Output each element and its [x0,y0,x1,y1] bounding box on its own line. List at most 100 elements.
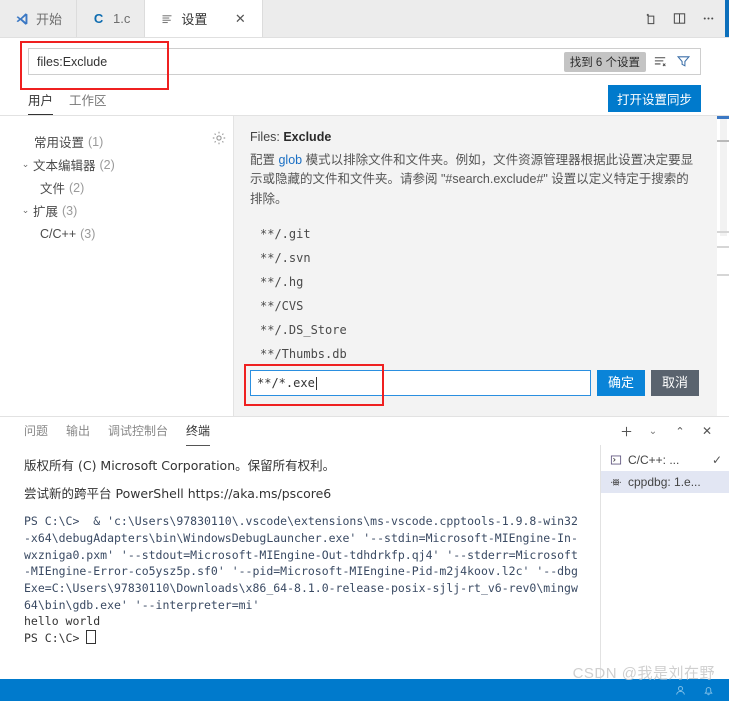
tab-label: 1.c [113,11,131,26]
close-panel-icon[interactable]: ✕ [699,423,715,439]
tab-output[interactable]: 输出 [66,417,90,446]
settings-scope-row: 用户 工作区 打开设置同步 [28,82,701,115]
toc-item-extensions[interactable]: ⌄ 扩展 (3) [0,199,205,222]
scroll-marker [717,231,729,233]
glob-link[interactable]: glob [278,153,302,167]
terminal-name: cppdbg: 1.e... [628,475,701,489]
terminal-line: 尝试新的跨平台 PowerShell https://aka.ms/pscore… [24,486,332,502]
gear-icon[interactable] [211,130,227,146]
toc-item-label: 扩展 [33,205,59,219]
cancel-button[interactable]: 取消 [651,370,699,397]
scroll-marker [717,116,729,119]
setting-description-part1: 配置 [250,153,279,167]
settings-editor: files:Exclude 找到 6 个设置 用户 工作区 打开设置同步 常用设… [0,38,729,416]
open-settings-sync-button[interactable]: 打开设置同步 [607,85,701,112]
panel-header: 问题 输出 调试控制台 终端 ⌄ ⌃ ✕ [0,417,729,446]
setting-description-part2: 模式以排除文件和文件夹。例如，文件资源管理器根据此设置决定要显示或隐藏的文件和文… [250,153,694,206]
tab-label: 设置 [181,12,208,27]
tab-workspace[interactable]: 工作区 [69,90,107,115]
toc-item-label: 常用设置 [34,136,85,150]
scroll-marker [717,140,729,142]
new-file-icon[interactable] [642,10,659,27]
terminal-instance-list: C/C++: ... ✓ cppdbg: 1.e... [600,445,729,679]
tab-bar-filler [263,0,630,37]
more-actions-icon[interactable] [700,10,717,27]
clear-filter-icon[interactable] [652,53,669,70]
chevron-down-icon[interactable]: ⌄ [18,159,33,170]
filter-icon[interactable] [675,53,692,70]
toc-item-count: (3) [80,226,96,241]
scrollbar-thumb[interactable] [720,118,727,236]
add-terminal-icon[interactable] [618,423,634,439]
scroll-marker [717,274,729,276]
settings-body: 常用设置 (1) ⌄ 文本编辑器 (2) 文件 (2) ⌄ 扩展 (3) C/C… [0,116,729,416]
terminal-line: -MIEngine-Error-co5ysz5p.sf0' '--pid=Mic… [24,564,578,579]
settings-file-icon [159,11,174,26]
toc-item-count: (2) [69,180,85,195]
terminal-prompt-line: PS C:\C> [24,629,594,647]
terminal-line: hello world [24,614,101,629]
tab-user[interactable]: 用户 [28,90,54,115]
tab-debug-console[interactable]: 调试控制台 [108,417,168,446]
toc-item-cpp[interactable]: C/C++ (3) [0,222,205,245]
settings-scope-tabs: 用户 工作区 [28,82,107,115]
glob-pattern-list: **/.git **/.svn **/.hg **/CVS **/.DS_Sto… [260,222,699,366]
panel-tabs: 问题 输出 调试控制台 终端 [24,417,211,446]
glob-pattern-input[interactable]: **/*.exe [250,370,591,397]
setting-title-key: Exclude [283,130,332,144]
terminal-output[interactable]: 版权所有 (C) Microsoft Corporation。保留所有权利。 尝… [0,445,600,679]
list-item[interactable]: **/CVS [260,294,699,318]
maximize-panel-icon[interactable]: ⌃ [672,423,688,439]
tab-settings[interactable]: 设置 ✕ [145,0,264,37]
chevron-down-icon[interactable]: ⌄ [18,205,33,216]
setting-description: 配置 glob 模式以排除文件和文件夹。例如，文件资源管理器根据此设置决定要显示… [250,151,699,209]
terminal-line: 64\bin\gdb.exe' '--interpreter=mi' [24,597,260,612]
list-item[interactable]: cppdbg: 1.e... [601,471,729,493]
tab-problems[interactable]: 问题 [24,417,48,446]
debug-bug-icon [609,475,623,489]
list-item[interactable]: **/Thumbs.db [260,342,699,366]
setting-gutter [205,116,233,416]
setting-title-category: Files: [250,130,284,144]
search-input[interactable]: files:Exclude 找到 6 个设置 [28,48,701,75]
toc-item-files[interactable]: 文件 (2) [0,176,205,199]
list-item[interactable]: **/.hg [260,270,699,294]
terminal-line: PS C:\C> & 'c:\Users\97830110\.vscode\ex… [24,514,578,529]
close-icon[interactable]: ✕ [232,11,248,27]
tab-1c[interactable]: C 1.c [77,0,146,37]
account-icon[interactable] [673,683,687,697]
glob-edit-row: **/*.exe 确定 取消 [244,364,699,407]
list-item[interactable]: C/C++: ... ✓ [601,449,729,471]
vscode-logo-icon [14,11,29,26]
vscode-window: 开始 C 1.c 设置 ✕ files:Exclude 找到 6 个设置 用户 … [0,0,729,701]
bell-icon[interactable] [701,683,715,697]
terminal-prompt: PS C:\C> [24,630,87,645]
toc-item-count: (1) [88,134,104,149]
tab-terminal[interactable]: 终端 [186,417,211,446]
terminal-line: Exe=C:\Users\97830110\Downloads\x86_64-8… [24,580,578,595]
panel-body: 版权所有 (C) Microsoft Corporation。保留所有权利。 尝… [0,445,729,679]
split-editor-icon[interactable] [671,10,688,27]
toc-item-count: (2) [99,157,115,172]
settings-header: files:Exclude 找到 6 个设置 用户 工作区 打开设置同步 [0,38,729,115]
settings-scrollbar[interactable] [717,116,729,416]
toc-item-commonly-used[interactable]: 常用设置 (1) [0,130,205,153]
terminal-name: C/C++: ... [628,453,680,467]
editor-tab-bar: 开始 C 1.c 设置 ✕ [0,0,729,38]
list-item[interactable]: **/.git [260,222,699,246]
toc-item-text-editor[interactable]: ⌄ 文本编辑器 (2) [0,153,205,176]
settings-toc: 常用设置 (1) ⌄ 文本编辑器 (2) 文件 (2) ⌄ 扩展 (3) C/C… [0,116,205,416]
tab-welcome[interactable]: 开始 [0,0,78,37]
chevron-down-icon[interactable]: ⌄ [645,423,661,439]
toc-item-label: C/C++ [40,226,77,241]
settings-search-row: files:Exclude 找到 6 个设置 [20,41,701,90]
tab-label: 开始 [36,12,63,27]
text-caret [315,376,317,390]
ok-button[interactable]: 确定 [597,370,645,397]
list-item[interactable]: **/.DS_Store [260,318,699,342]
setting-title: Files: Exclude [250,130,699,144]
toc-item-count: (3) [62,203,78,218]
list-item[interactable]: **/.svn [260,246,699,270]
